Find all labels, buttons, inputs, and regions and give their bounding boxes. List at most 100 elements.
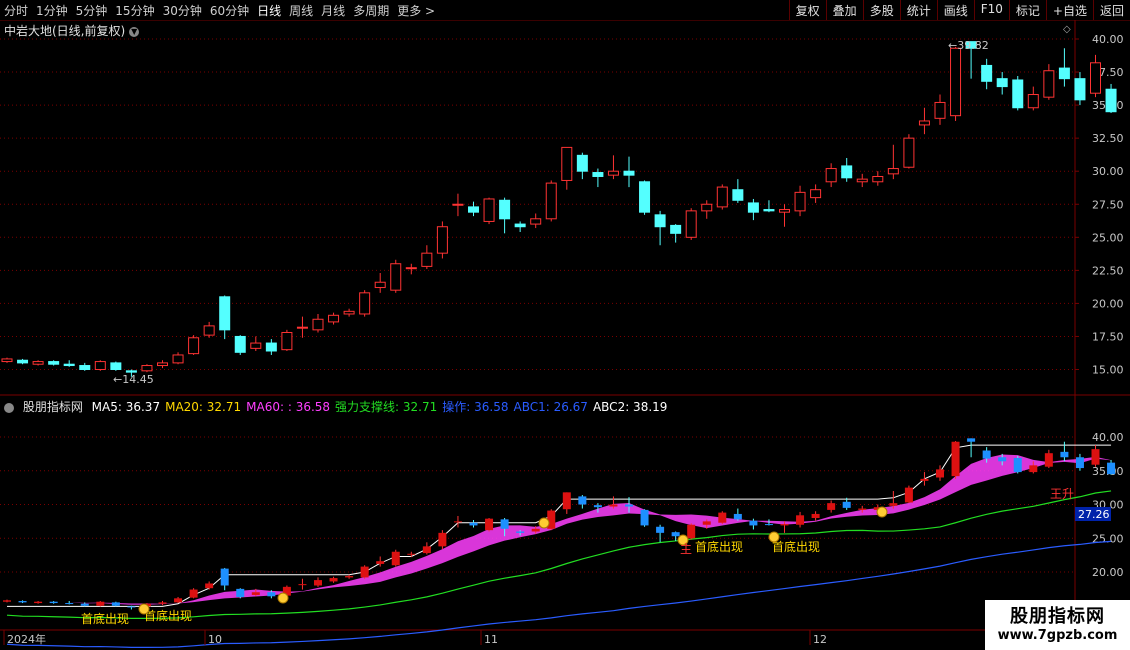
candle-body xyxy=(1043,70,1055,98)
indicator-candle-body xyxy=(329,578,338,582)
indicator-candle-body xyxy=(267,592,276,597)
indicator-candle-body xyxy=(625,504,633,507)
indicator-candle-body xyxy=(702,521,711,525)
date-label: 10 xyxy=(208,633,222,646)
indicator-candle-body xyxy=(18,601,27,603)
indicator-candle-body xyxy=(593,505,602,508)
candle-body xyxy=(1105,88,1117,113)
abc1-line xyxy=(6,540,1112,648)
candle-body xyxy=(825,168,837,183)
indicator-candle-body xyxy=(453,521,462,523)
indicator-toggle-icon[interactable] xyxy=(4,402,14,413)
candle-body xyxy=(716,186,728,208)
candle-body xyxy=(903,137,915,168)
indicator-value: ABC2: 38.19 xyxy=(592,400,668,414)
indicator-candle-body xyxy=(376,561,385,564)
kline-chart[interactable]: 40.0037.5035.0032.5030.0027.5025.0022.50… xyxy=(0,0,1130,650)
candle-body xyxy=(17,359,29,364)
candle-body xyxy=(281,331,293,351)
indicator-candle-body xyxy=(236,588,245,597)
indicator-candle-body xyxy=(578,496,587,505)
candle-body xyxy=(250,342,262,349)
price-tick-label: 25.00 xyxy=(1092,231,1124,244)
watermark-line2: www.7gpzb.com xyxy=(997,628,1118,643)
price-tick-label: 40.00 xyxy=(1092,33,1124,46)
candle-body xyxy=(530,218,542,225)
candle-body xyxy=(79,365,91,370)
indicator-candle-body xyxy=(298,584,307,586)
candle-body xyxy=(763,209,775,212)
indicator-candle-body xyxy=(904,487,913,503)
indicator-candle-body xyxy=(733,513,742,520)
candle-body xyxy=(1012,79,1024,109)
candle-body xyxy=(623,170,635,176)
indicator-candle-body xyxy=(1075,457,1084,469)
candle-body xyxy=(856,178,868,183)
candle-body xyxy=(592,172,604,177)
indicator-value: MA60: : 36.58 xyxy=(246,400,331,414)
candle-body xyxy=(779,209,790,213)
indicator-candle-body xyxy=(562,492,571,510)
indicator-candle-body xyxy=(1013,457,1022,473)
money-bag-icon xyxy=(768,531,780,543)
indicator-candle-body xyxy=(842,501,851,508)
price-tick-label: 17.50 xyxy=(1092,330,1124,343)
date-label: 12 xyxy=(813,633,827,646)
candle-body xyxy=(219,296,231,331)
indicator-candle-body xyxy=(811,513,820,518)
candle-body xyxy=(312,318,324,331)
candle-body xyxy=(887,168,899,175)
indicator-candle-body xyxy=(205,583,214,589)
indicator-candle-body xyxy=(982,450,991,459)
price-tick-label: 32.50 xyxy=(1092,132,1124,145)
candle-body xyxy=(654,214,666,228)
candle-body xyxy=(452,203,464,206)
candle-body xyxy=(374,281,386,289)
indicator-candle-body xyxy=(345,576,354,578)
indicator-value: ABC1: 26.67 xyxy=(513,400,588,414)
candle-body xyxy=(94,361,106,370)
low-price-label: ←14.45 xyxy=(113,373,154,386)
indicator-candle-body xyxy=(500,519,509,529)
indicator-candle-body xyxy=(1107,462,1116,475)
date-label: 2024年 xyxy=(7,632,46,646)
indicator-candle-body xyxy=(314,580,322,586)
zhu-label: 主 xyxy=(680,542,692,556)
indicator-candle-body xyxy=(3,600,11,602)
current-tag-text: 27.26 xyxy=(1078,508,1110,521)
ma-band-fill xyxy=(7,454,1112,605)
candle-body xyxy=(981,64,993,82)
indicator-value: MA5: 36.37 xyxy=(91,400,161,414)
indicator-candle-body xyxy=(220,568,229,586)
candle-body xyxy=(732,189,744,201)
candle-body xyxy=(1074,78,1086,101)
candle-body xyxy=(48,361,60,365)
indicator-candle-body xyxy=(96,601,105,606)
candle-body xyxy=(421,252,433,267)
indicator-values: MA5: 36.37 MA20: 32.71 MA60: : 36.58 强力支撑线:… xyxy=(92,400,673,414)
indicator-candle-body xyxy=(158,602,167,604)
wang-label: 王升 xyxy=(1050,487,1074,501)
indicator-candle-body xyxy=(889,503,898,506)
indicator-candle-body xyxy=(827,503,836,510)
candle-body xyxy=(203,325,215,336)
indicator-candle-body xyxy=(687,524,696,539)
candle-body xyxy=(841,165,853,179)
indicator-candle-body xyxy=(516,531,525,533)
indicator-candle-body xyxy=(189,589,198,598)
indicator-candle-body xyxy=(34,601,43,604)
indicator-candle-body xyxy=(391,551,400,566)
indicator-name[interactable]: 股朋指标网 xyxy=(23,400,83,414)
indicator-bar: 股朋指标网 MA5: 36.37 MA20: 32.71 MA60: : 36.58… xyxy=(4,398,677,415)
candle-body xyxy=(1090,62,1101,94)
candle-body xyxy=(607,170,619,176)
candle-body xyxy=(810,189,822,199)
price-tick-label: 20.00 xyxy=(1092,297,1124,310)
indicator-candle-body xyxy=(920,478,929,481)
candle-body xyxy=(405,267,417,270)
candle-body xyxy=(328,314,340,323)
candle-body xyxy=(32,361,44,365)
indicator-candle-body xyxy=(438,532,447,547)
signal-label: 首底出现 xyxy=(772,539,820,554)
candle-body xyxy=(296,326,308,329)
